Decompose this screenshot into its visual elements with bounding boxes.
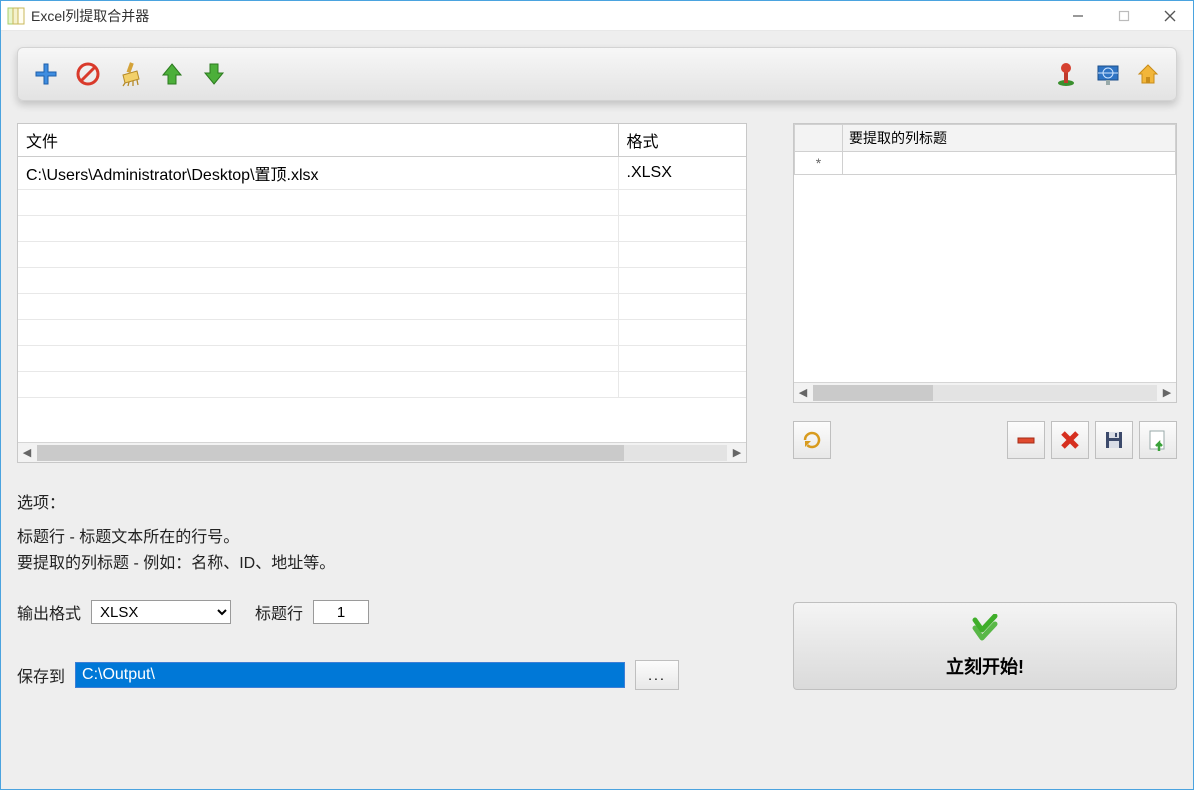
scroll-left-icon[interactable]: ◀ (18, 446, 36, 459)
column-grid[interactable]: 要提取的列标题 * ◀ ▶ (793, 123, 1177, 403)
register-button[interactable] (1052, 58, 1084, 90)
options-section: 选项： 标题行 - 标题文本所在的行号。 要提取的列标题 - 例如：名称、ID、… (17, 489, 793, 690)
options-label: 选项： (17, 489, 793, 513)
maximize-button (1101, 1, 1147, 31)
start-label: 立刻开始! (946, 653, 1024, 679)
file-cell: C:\Users\Administrator\Desktop\置顶.xlsx (18, 157, 618, 190)
remove-button[interactable] (72, 58, 104, 90)
output-format-select[interactable]: XLSX XLS CSV (91, 600, 231, 624)
refresh-columns-button[interactable] (793, 421, 831, 459)
output-format-label: 输出格式 (17, 600, 81, 624)
close-button[interactable] (1147, 1, 1193, 31)
column-new-row[interactable]: * (795, 152, 1176, 175)
toolbar (17, 47, 1177, 101)
home-button[interactable] (1132, 58, 1164, 90)
load-columns-button[interactable] (1139, 421, 1177, 459)
column-new-cell[interactable] (843, 152, 1176, 175)
table-row[interactable]: C:\Users\Administrator\Desktop\置顶.xlsx .… (18, 157, 746, 190)
minimize-button[interactable] (1055, 1, 1101, 31)
saveto-label: 保存到 (17, 663, 65, 687)
column-header[interactable]: 要提取的列标题 (843, 125, 1176, 152)
file-list-panel: 文件 格式 C:\Users\Administrator\Desktop\置顶.… (17, 123, 747, 463)
app-body: 文件 格式 C:\Users\Administrator\Desktop\置顶.… (1, 31, 1193, 789)
start-icon (970, 614, 1000, 647)
column-toolbar (793, 421, 1177, 459)
main-row: 文件 格式 C:\Users\Administrator\Desktop\置顶.… (17, 123, 1177, 463)
format-column-header[interactable]: 格式 (618, 124, 746, 157)
titlerow-input[interactable] (313, 600, 369, 624)
app-icon (7, 7, 25, 25)
file-grid[interactable]: 文件 格式 C:\Users\Administrator\Desktop\置顶.… (18, 124, 746, 442)
options-hint2: 要提取的列标题 - 例如：名称、ID、地址等。 (17, 551, 793, 577)
scroll-left-icon[interactable]: ◀ (794, 386, 812, 399)
scroll-right-icon[interactable]: ▶ (1158, 386, 1176, 399)
titlebar: Excel列提取合并器 (1, 1, 1193, 31)
clear-columns-button[interactable] (1051, 421, 1089, 459)
file-hscrollbar[interactable]: ◀ ▶ (18, 442, 746, 462)
browse-button[interactable]: ... (635, 660, 679, 690)
language-button[interactable] (1092, 58, 1124, 90)
column-hscrollbar[interactable]: ◀ ▶ (794, 382, 1176, 402)
start-button[interactable]: 立刻开始! (793, 602, 1177, 690)
scroll-right-icon[interactable]: ▶ (728, 446, 746, 459)
column-rowheader-blank (795, 125, 843, 152)
save-columns-button[interactable] (1095, 421, 1133, 459)
move-up-button[interactable] (156, 58, 188, 90)
remove-column-button[interactable] (1007, 421, 1045, 459)
options-hint1: 标题行 - 标题文本所在的行号。 (17, 525, 793, 551)
file-column-header[interactable]: 文件 (18, 124, 618, 157)
format-cell: .XLSX (618, 157, 746, 190)
clear-button[interactable] (114, 58, 146, 90)
window-title: Excel列提取合并器 (31, 6, 1055, 26)
column-panel: 要提取的列标题 * ◀ ▶ (793, 123, 1177, 463)
move-down-button[interactable] (198, 58, 230, 90)
add-button[interactable] (30, 58, 62, 90)
save-path-input[interactable] (75, 662, 625, 688)
titlerow-label: 标题行 (255, 600, 303, 624)
new-row-marker: * (795, 152, 843, 175)
app-window: Excel列提取合并器 (0, 0, 1194, 790)
